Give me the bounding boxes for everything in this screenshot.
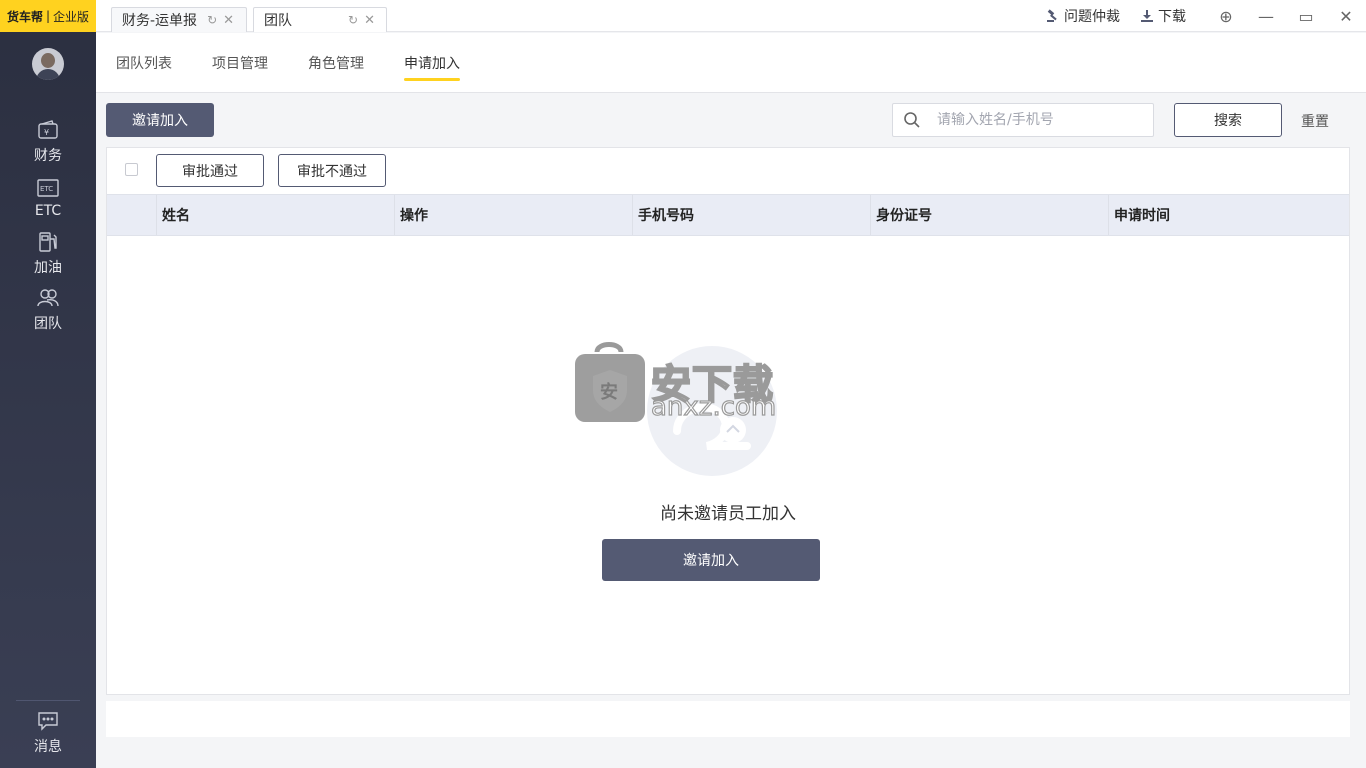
watermark-badge: 安 (600, 382, 618, 403)
brand-edition: 企业版 (53, 9, 90, 24)
close-window-button[interactable]: ✕ (1326, 0, 1366, 32)
sidebar-item-label: 消息 (34, 739, 62, 755)
sidebar-item-label: ETC (34, 203, 62, 219)
select-all-checkbox[interactable] (125, 163, 138, 176)
svg-text:¥: ¥ (44, 128, 49, 137)
brand-separator: | (45, 9, 51, 23)
download-label: 下载 (1158, 9, 1186, 25)
tab-label: 团队 (264, 13, 292, 29)
maximize-button[interactable]: ▭ (1286, 0, 1326, 32)
tab-label: 财务-运单报 (122, 13, 198, 29)
brand-logo: 货车帮 | 企业版 (0, 0, 96, 32)
tab-team-list[interactable]: 团队列表 (116, 53, 172, 73)
refresh-icon[interactable]: ↻ (207, 13, 217, 27)
refresh-icon[interactable]: ↻ (348, 13, 358, 27)
dispute-label: 问题仲裁 (1064, 9, 1120, 25)
watermark: 安 安下载 anxz.com (575, 340, 795, 430)
column-header-name: 姓名 (156, 195, 394, 235)
approve-button[interactable]: 审批通过 (156, 154, 264, 187)
download-link[interactable]: 下载 (1140, 6, 1186, 26)
invite-button[interactable]: 邀请加入 (106, 103, 214, 137)
close-icon[interactable]: ✕ (364, 13, 375, 28)
empty-state-text: 尚未邀请员工加入 (660, 504, 796, 524)
sidebar-item-label: 财务 (34, 148, 62, 164)
sidebar-nav: ¥ 财务 ETC ETC 加油 团队 (0, 114, 96, 338)
column-header-phone: 手机号码 (632, 195, 870, 235)
chat-bubble-icon (38, 712, 58, 731)
watermark-url: anxz.com (650, 391, 777, 422)
column-header-id-number: 身份证号 (870, 195, 1108, 235)
tab-role-management[interactable]: 角色管理 (308, 53, 364, 73)
title-bar: 财务-运单报 ↻ ✕ 团队 ↻ ✕ 问题仲裁 下载 ⊕ — ▭ ✕ (96, 0, 1366, 32)
tab-finance-waybill[interactable]: 财务-运单报 ↻ ✕ (111, 7, 247, 32)
gavel-icon (1047, 9, 1057, 22)
column-header-apply-time: 申请时间 (1108, 195, 1349, 235)
table-header: 姓名 操作 手机号码 身份证号 申请时间 (107, 194, 1349, 236)
sidebar-item-team[interactable]: 团队 (0, 282, 96, 338)
upload-icon[interactable]: ⊕ (1206, 0, 1246, 32)
close-icon[interactable]: ✕ (223, 13, 234, 28)
sidebar-item-label: 团队 (34, 316, 62, 332)
tab-join-requests[interactable]: 申请加入 (404, 53, 460, 81)
search-field[interactable] (892, 103, 1154, 137)
fuel-pump-icon (39, 232, 57, 252)
sidebar-item-messages[interactable]: 消息 (0, 708, 96, 758)
reject-button[interactable]: 审批不通过 (278, 154, 386, 187)
brand-name: 货车帮 (6, 9, 43, 24)
reset-button[interactable]: 重置 (1301, 111, 1329, 131)
sidebar-item-etc[interactable]: ETC ETC (0, 170, 96, 226)
sidebar-item-label: 加油 (34, 260, 62, 276)
sidebar-item-finance[interactable]: ¥ 财务 (0, 114, 96, 170)
etc-card-icon: ETC (37, 179, 59, 197)
column-header-action: 操作 (394, 195, 632, 235)
sidebar-divider (16, 700, 80, 701)
team-icon (37, 289, 59, 307)
tab-team[interactable]: 团队 ↻ ✕ (253, 7, 387, 32)
search-input[interactable] (937, 112, 1127, 128)
sub-navigation: 团队列表 项目管理 角色管理 申请加入 (96, 33, 1366, 93)
svg-text:ETC: ETC (40, 185, 53, 193)
minimize-button[interactable]: — (1246, 0, 1286, 32)
download-icon (1141, 10, 1153, 22)
dispute-link[interactable]: 问题仲裁 (1046, 6, 1120, 26)
wallet-icon: ¥ (38, 120, 58, 139)
sidebar: 货车帮 | 企业版 ¥ 财务 ETC ETC 加油 团队 消息 (0, 0, 96, 768)
empty-invite-button[interactable]: 邀请加入 (602, 539, 820, 581)
sidebar-item-fuel[interactable]: 加油 (0, 226, 96, 282)
tab-project-management[interactable]: 项目管理 (212, 53, 268, 73)
avatar[interactable] (32, 48, 64, 80)
search-icon (904, 112, 920, 128)
search-button[interactable]: 搜索 (1174, 103, 1282, 137)
title-bar-actions: 问题仲裁 下载 ⊕ — ▭ ✕ (1046, 0, 1366, 32)
footer-strip (106, 701, 1350, 737)
